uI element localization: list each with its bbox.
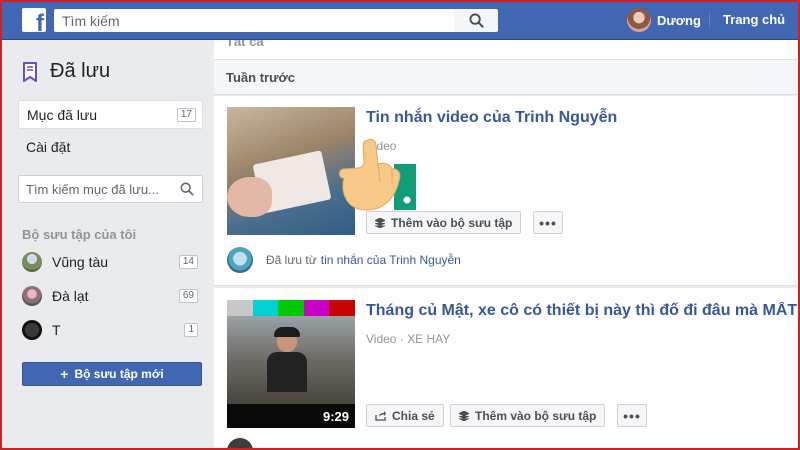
saved-item-title[interactable]: Tin nhắn video của Trinh Nguyễn <box>366 109 617 127</box>
collection-label: T <box>52 322 61 338</box>
more-options-button[interactable]: ••• <box>533 211 563 234</box>
collection-thumbnail <box>22 252 42 272</box>
search-icon <box>468 13 484 28</box>
saved-item-title[interactable]: Tháng củ Mật, xe cô có thiết bị này thì … <box>366 302 800 320</box>
sidebar-item-label: Mục đã lưu <box>27 106 98 123</box>
collection-item-vung-tau[interactable]: Vũng tàu 14 <box>22 251 202 273</box>
share-button[interactable]: Chia sẻ <box>366 404 444 427</box>
saved-items-feed: Tất cả Tuần trước Tin nhắn video của Tri… <box>214 40 800 450</box>
collection-thumbnail <box>22 286 42 306</box>
profile-name: Dương <box>657 12 701 28</box>
pointing-hand-icon <box>339 138 416 211</box>
saved-source: Đã lưu từ tin nhắn của Trinh Nguyễn <box>227 247 461 273</box>
saved-search-input[interactable] <box>18 175 203 203</box>
count-badge: 14 <box>178 255 198 269</box>
plus-icon: + <box>60 366 69 382</box>
collection-label: Đà lạt <box>52 288 89 304</box>
video-duration: 9:29 <box>322 409 349 424</box>
bookmark-icon <box>23 61 37 82</box>
stack-icon <box>375 217 385 228</box>
collection-item-t[interactable]: T 1 <box>22 319 202 341</box>
video-thumbnail[interactable]: 9:29 <box>227 300 355 428</box>
count-badge: 17 <box>176 108 196 122</box>
collection-label: Vũng tàu <box>52 254 109 270</box>
stack-icon <box>459 410 469 421</box>
search-input[interactable] <box>54 9 454 32</box>
saved-item-subtitle: Video · XE HAY <box>366 332 451 346</box>
share-icon <box>375 410 386 421</box>
new-collection-button[interactable]: + Bộ sưu tập mới <box>22 362 202 386</box>
count-badge: 1 <box>184 323 198 337</box>
sidebar-item-label: Cài đặt <box>26 138 71 155</box>
collections-heading: Bộ sưu tập của tôi <box>22 227 137 242</box>
collection-item-da-lat[interactable]: Đà lạt 69 <box>22 285 202 307</box>
avatar <box>227 438 253 450</box>
avatar <box>627 8 651 32</box>
sidebar-item-saved-items[interactable]: Mục đã lưu 17 <box>18 100 203 129</box>
facebook-logo-icon[interactable]: f <box>22 8 46 32</box>
home-link[interactable]: Trang chủ <box>723 12 785 27</box>
add-to-collection-button[interactable]: Thêm vào bộ sưu tập <box>450 404 606 427</box>
divider <box>709 12 710 28</box>
saved-item-card: Tin nhắn video của Trinh Nguyễn Video Th… <box>214 96 800 286</box>
top-navigation-bar: f Dương Trang chủ <box>0 0 800 40</box>
profile-link[interactable]: Dương <box>627 8 701 32</box>
filter-header: Tất cả <box>214 40 800 60</box>
count-badge: 69 <box>178 289 198 303</box>
page-title: Đã lưu <box>22 60 110 83</box>
video-thumbnail[interactable] <box>227 107 355 235</box>
collection-thumbnail <box>22 320 42 340</box>
saved-item-card: 9:29 Tháng củ Mật, xe cô có thiết bị này… <box>214 288 800 450</box>
sidebar-item-settings[interactable]: Cài đặt <box>18 132 203 161</box>
section-header: Tuần trước <box>214 60 800 95</box>
saved-source-link[interactable]: tin nhắn của Trinh Nguyễn <box>321 253 461 267</box>
search-button[interactable] <box>454 9 498 32</box>
more-options-button[interactable]: ••• <box>617 404 647 427</box>
avatar[interactable] <box>227 247 253 273</box>
left-sidebar: Đã lưu Mục đã lưu 17 Cài đặt Bộ sưu tập … <box>0 40 214 450</box>
search-icon[interactable] <box>180 182 194 196</box>
